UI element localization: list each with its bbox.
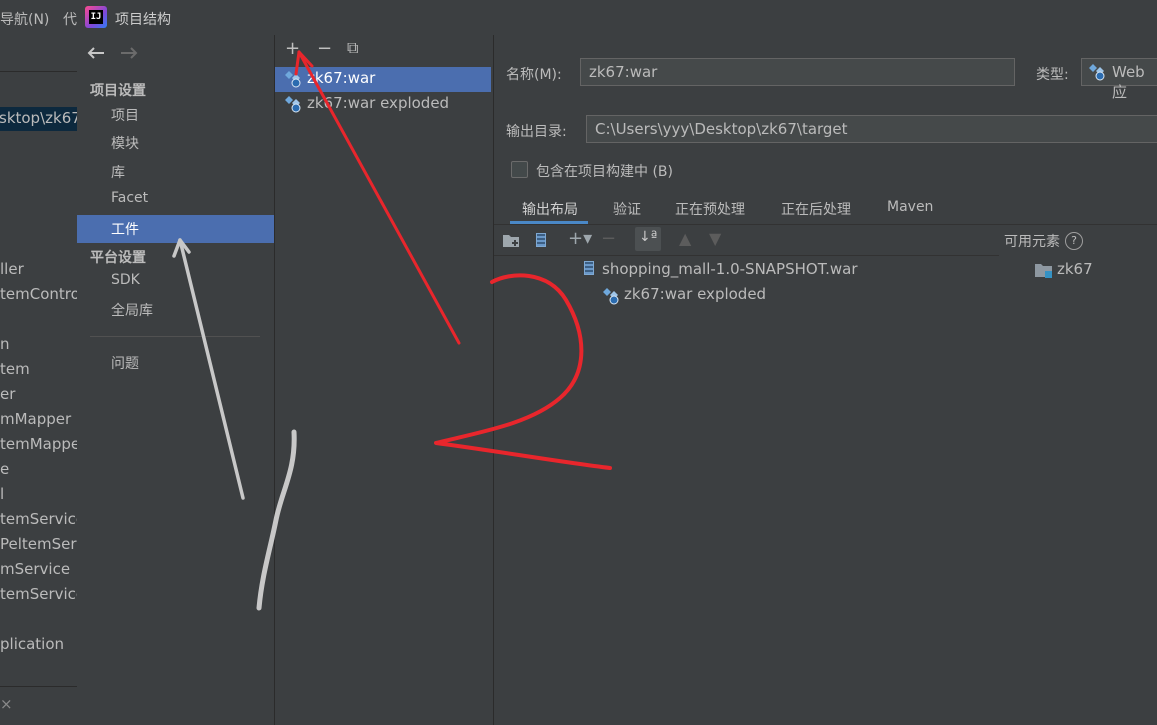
tabs-divider	[494, 224, 1157, 225]
tree-item[interactable]: temContro	[0, 285, 77, 303]
tree-item[interactable]: PeltemServ	[0, 535, 77, 553]
include-in-build-checkbox[interactable]	[511, 161, 528, 178]
tree-divider	[0, 71, 77, 72]
nav-item-modules[interactable]: 模块	[77, 129, 274, 157]
module-folder-icon	[1035, 264, 1052, 278]
war-archive-icon	[584, 261, 594, 275]
settings-nav-pane: 项目设置 项目 模块 库 Facet 工件 平台设置 SDK 全局库 问题	[77, 35, 275, 725]
nav-item-label: 工件	[111, 222, 139, 238]
web-artifact-icon	[1089, 64, 1105, 81]
background-project-tree: sktop\zk67 ller temContro n tem er mMapp…	[0, 35, 78, 725]
available-elements-label: 可用元素	[1004, 234, 1060, 250]
nav-item-sdk[interactable]: SDK	[77, 268, 274, 296]
move-up-icon[interactable]: ▲	[679, 229, 691, 248]
nav-divider	[90, 336, 260, 337]
project-structure-dialog: 项目设置 项目 模块 库 Facet 工件 平台设置 SDK 全局库 问题 + …	[77, 35, 1157, 725]
layout-child-item[interactable]: zk67:war exploded	[624, 285, 766, 303]
name-field[interactable]: zk67:war	[580, 58, 1015, 86]
nav-item-label: Facet	[111, 190, 149, 206]
nav-item-libraries[interactable]: 库	[77, 158, 274, 186]
nav-item-label: 问题	[111, 356, 139, 372]
tree-item[interactable]: mMapper	[0, 410, 71, 428]
nav-item-global-libraries[interactable]: 全局库	[77, 296, 274, 324]
copy-icon[interactable]: ⧉	[347, 38, 358, 58]
section-project-settings: 项目设置	[90, 83, 146, 99]
artifact-list-pane: + − ⧉ zk67:war zk67:war exploded	[275, 35, 494, 725]
tree-item[interactable]: ller	[0, 260, 24, 278]
type-value: Web 应	[1112, 63, 1145, 101]
intellij-logo-icon: IJ	[85, 6, 107, 28]
web-artifact-icon	[285, 96, 301, 113]
menu-code[interactable]: 代	[63, 9, 77, 29]
forward-arrow-icon[interactable]	[119, 45, 139, 61]
sort-alpha-icon: ↓ª	[639, 229, 658, 245]
section-platform-settings: 平台设置	[90, 250, 146, 266]
artifact-label: zk67:war exploded	[307, 94, 450, 112]
artifact-detail-pane: 名称(M): zk67:war 类型: Web 应 输出目录: C:\Users…	[494, 35, 1157, 725]
name-label: 名称(M):	[506, 67, 562, 83]
tree-item[interactable]: n	[0, 335, 10, 353]
tree-item[interactable]: mService	[0, 560, 70, 578]
remove-icon[interactable]: −	[317, 38, 332, 59]
dialog-title: 项目结构	[115, 12, 171, 28]
tree-item[interactable]: temService	[0, 585, 77, 603]
tree-item[interactable]: plication	[0, 635, 64, 653]
type-label: 类型:	[1036, 67, 1069, 83]
tab-validation[interactable]: 验证	[613, 199, 641, 219]
artifact-item[interactable]: zk67:war exploded	[275, 92, 491, 117]
tree-divider	[0, 686, 77, 687]
add-icon[interactable]: +	[285, 38, 300, 59]
remove-element-icon[interactable]: −	[601, 228, 616, 249]
web-artifact-icon	[603, 288, 619, 305]
help-icon[interactable]: ?	[1065, 232, 1083, 250]
nav-item-label: SDK	[111, 272, 140, 288]
add-element-icon[interactable]: +▾	[568, 228, 592, 249]
tree-item[interactable]: temMappe	[0, 435, 77, 453]
include-in-build-label: 包含在项目构建中 (B)	[536, 164, 673, 180]
tree-item[interactable]: l	[0, 485, 4, 503]
available-item[interactable]: zk67	[1057, 260, 1093, 278]
nav-item-project[interactable]: 项目	[77, 101, 274, 129]
back-arrow-icon[interactable]	[86, 45, 106, 61]
create-archive-icon[interactable]	[536, 233, 546, 247]
tab-maven[interactable]: Maven	[887, 199, 933, 215]
sort-toggle-button[interactable]: ↓ª	[635, 227, 661, 251]
tree-item[interactable]: er	[0, 385, 15, 403]
tab-output-layout[interactable]: 输出布局	[522, 199, 578, 219]
move-down-icon[interactable]: ▼	[709, 229, 721, 248]
nav-item-problems[interactable]: 问题	[77, 349, 274, 377]
type-dropdown[interactable]: Web 应	[1081, 58, 1157, 101]
nav-item-label: 模块	[111, 136, 139, 152]
artifact-label: zk67:war	[307, 69, 376, 87]
artifact-item[interactable]: zk67:war	[275, 67, 491, 92]
tree-item[interactable]: sktop\zk67	[0, 109, 77, 127]
output-dir-field[interactable]: C:\Users\yyy\Desktop\zk67\target	[586, 115, 1157, 143]
nav-item-facet[interactable]: Facet	[77, 186, 274, 214]
create-directory-icon[interactable]	[502, 231, 522, 249]
tab-postprocessing[interactable]: 正在后处理	[781, 199, 851, 219]
close-icon[interactable]: ×	[0, 695, 13, 713]
web-artifact-icon	[285, 71, 301, 88]
nav-item-label: 全局库	[111, 303, 153, 319]
tree-item[interactable]: e	[0, 460, 9, 478]
layout-root-item[interactable]: shopping_mall-1.0-SNAPSHOT.war	[602, 260, 858, 278]
nav-item-label: 库	[111, 165, 125, 181]
nav-item-artifacts[interactable]: 工件	[77, 215, 274, 243]
menu-navigate[interactable]: 导航(N)	[0, 9, 49, 29]
nav-item-label: 项目	[111, 108, 139, 124]
tab-preprocessing[interactable]: 正在预处理	[675, 199, 745, 219]
title-bar: 导航(N) 代 IJ 项目结构	[0, 0, 1157, 35]
output-dir-label: 输出目录:	[506, 124, 567, 140]
tree-item[interactable]: tem	[0, 360, 30, 378]
tree-item[interactable]: temService	[0, 510, 77, 528]
layout-header-divider	[494, 255, 999, 256]
